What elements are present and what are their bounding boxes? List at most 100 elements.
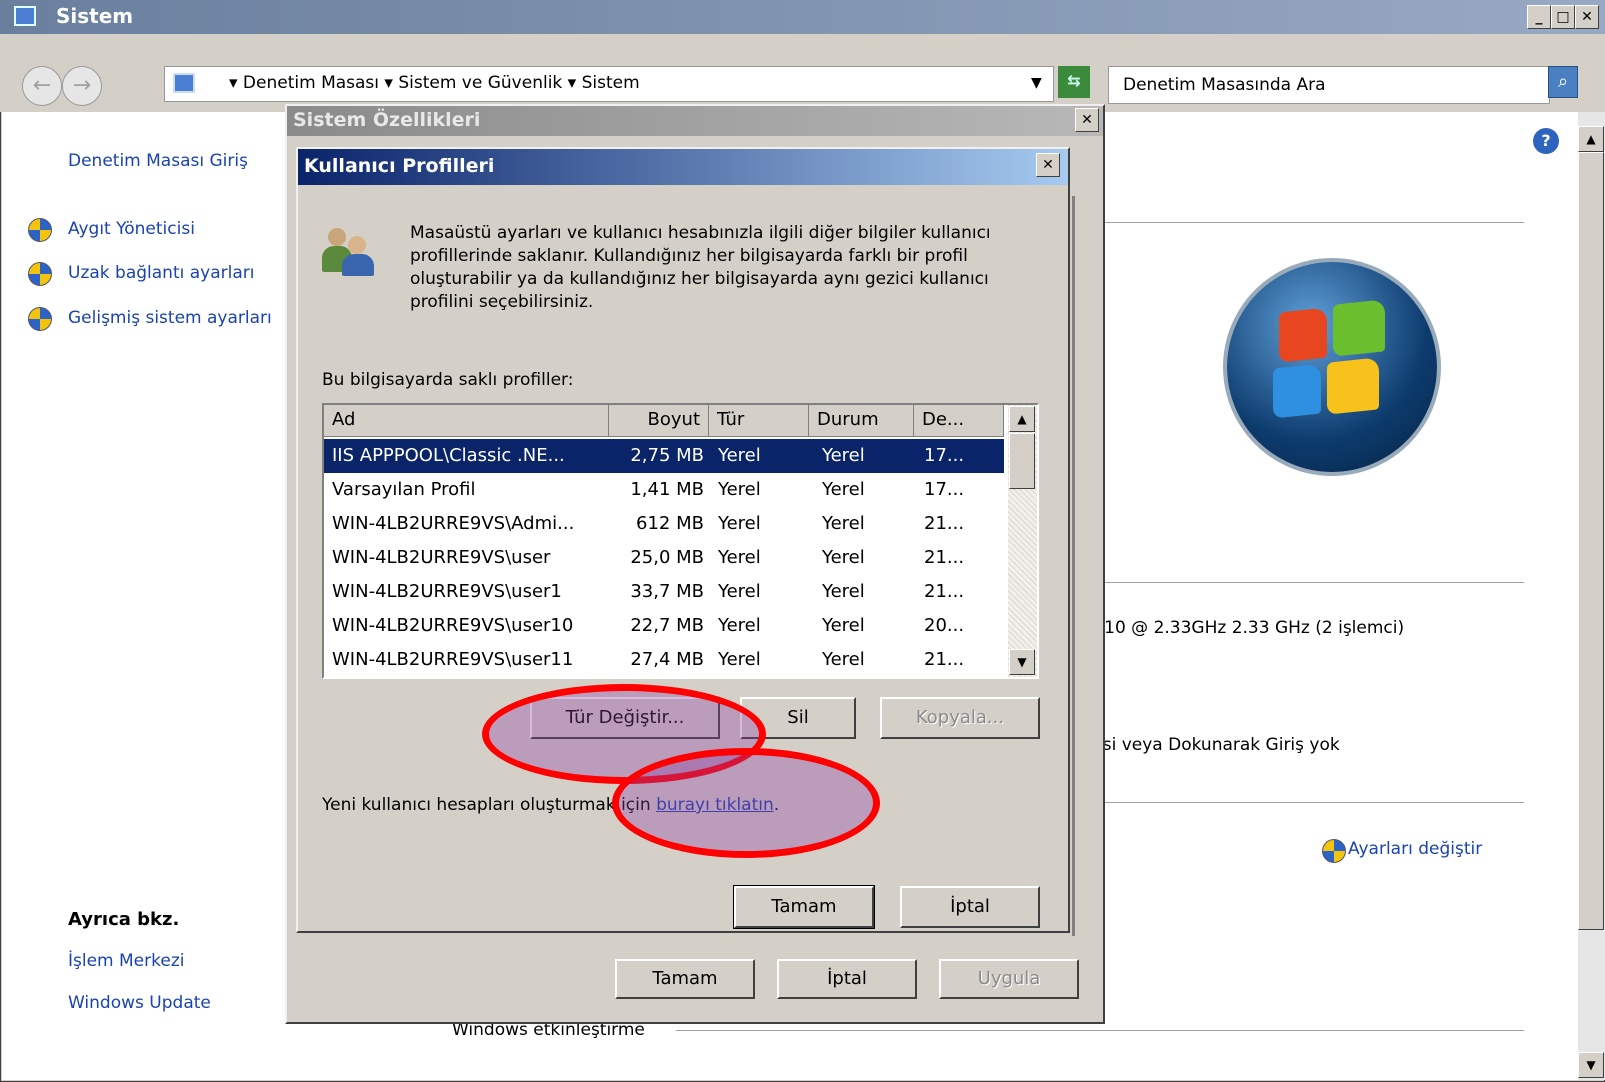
- column-header-size[interactable]: Boyut: [609, 405, 709, 437]
- section-divider: [1098, 582, 1524, 583]
- profiles-description: Masaüstü ayarları ve kullanıcı hesabınız…: [410, 223, 991, 312]
- device-manager-link[interactable]: Aygıt Yöneticisi: [68, 219, 195, 239]
- profile-size: 22,7 MB: [630, 615, 704, 636]
- column-header-modified[interactable]: De...: [914, 405, 1004, 437]
- profile-name: WIN-4LB2URRE9VS\user11: [332, 649, 574, 670]
- profile-type: Yerel: [718, 479, 761, 500]
- shield-icon: [28, 218, 52, 242]
- ok-button[interactable]: Tamam: [733, 885, 875, 929]
- table-row[interactable]: Varsayılan Profil 1,41 MB Yerel Yerel 17…: [324, 473, 1004, 507]
- windows-update-link[interactable]: Windows Update: [68, 993, 211, 1013]
- profile-type: Yerel: [718, 513, 761, 534]
- profile-type: Yerel: [718, 615, 761, 636]
- apply-button[interactable]: Uygula: [939, 959, 1079, 999]
- breadcrumb[interactable]: ▾ Denetim Masası ▾ Sistem ve Güvenlik ▾ …: [164, 66, 1054, 102]
- scroll-down-button[interactable]: ▼: [1578, 1052, 1604, 1078]
- profile-modified: 17...: [924, 479, 965, 500]
- table-row[interactable]: WIN-4LB2URRE9VS\user10 22,7 MB Yerel Yer…: [324, 609, 1004, 643]
- table-row[interactable]: WIN-4LB2URRE9VS\user1 33,7 MB Yerel Yere…: [324, 575, 1004, 609]
- users-icon: [322, 226, 374, 276]
- profile-status: Yerel: [822, 479, 865, 500]
- back-button[interactable]: ←: [22, 66, 62, 106]
- user-head-right: [348, 236, 366, 254]
- list-scrollbar[interactable]: ▲ ▼: [1008, 405, 1037, 677]
- cancel-button[interactable]: İptal: [900, 886, 1040, 928]
- list-scroll-up-button[interactable]: ▲: [1009, 406, 1035, 432]
- ok-button[interactable]: Tamam: [615, 959, 755, 999]
- change-settings-link[interactable]: Ayarları değiştir: [1348, 839, 1482, 859]
- profile-type: Yerel: [718, 547, 761, 568]
- profile-status: Yerel: [822, 581, 865, 602]
- profile-status: Yerel: [822, 615, 865, 636]
- system-properties-titlebar[interactable]: Sistem Özellikleri ✕: [287, 106, 1103, 136]
- minimize-button[interactable]: _: [1527, 5, 1551, 29]
- window-titlebar[interactable]: Sistem _ □ ✕: [0, 0, 1605, 34]
- list-scroll-down-button[interactable]: ▼: [1009, 649, 1035, 675]
- profile-type: Yerel: [718, 649, 761, 670]
- search-icon[interactable]: ⌕: [1548, 66, 1578, 98]
- pen-touch-value: isi veya Dokunarak Giriş yok: [1098, 735, 1340, 755]
- stored-profiles-label: Bu bilgisayarda saklı profiller:: [322, 370, 574, 390]
- main-scrollbar[interactable]: ▲ ▼: [1578, 112, 1605, 1080]
- maximize-button[interactable]: □: [1551, 5, 1575, 29]
- profile-modified: 21...: [924, 649, 965, 670]
- refresh-icon[interactable]: ⇆: [1058, 66, 1090, 98]
- section-divider: [676, 1030, 1524, 1031]
- forward-button[interactable]: →: [62, 66, 102, 106]
- profile-size: 1,41 MB: [630, 479, 704, 500]
- shield-icon: [1322, 839, 1346, 863]
- windows-logo-icon: [1227, 262, 1437, 472]
- copy-button[interactable]: Kopyala...: [880, 697, 1040, 739]
- profile-name: WIN-4LB2URRE9VS\Admi...: [332, 513, 575, 534]
- tab-page-edge: [1072, 196, 1075, 936]
- remote-settings-link[interactable]: Uzak bağlantı ayarları: [68, 263, 254, 283]
- column-header-status[interactable]: Durum: [809, 405, 914, 437]
- window-title: Sistem: [56, 4, 134, 28]
- list-scroll-thumb[interactable]: [1009, 433, 1035, 489]
- profile-type: Yerel: [718, 581, 761, 602]
- profile-name: WIN-4LB2URRE9VS\user1: [332, 581, 562, 602]
- cancel-button[interactable]: İptal: [777, 959, 917, 999]
- action-center-link[interactable]: İşlem Merkezi: [68, 951, 184, 971]
- profile-status: Yerel: [822, 513, 865, 534]
- search-input[interactable]: Denetim Masasında Ara: [1108, 66, 1550, 104]
- table-row[interactable]: WIN-4LB2URRE9VS\user11 27,4 MB Yerel Yer…: [324, 643, 1004, 677]
- profile-name: Varsayılan Profil: [332, 479, 476, 500]
- close-button[interactable]: ✕: [1575, 5, 1599, 29]
- close-button[interactable]: ✕: [1036, 153, 1060, 177]
- see-also-title: Ayrıca bkz.: [68, 909, 180, 930]
- close-button[interactable]: ✕: [1075, 108, 1099, 132]
- table-row[interactable]: IIS APPPOOL\Classic .NE... 2,75 MB Yerel…: [324, 439, 1004, 473]
- control-panel-icon: [173, 73, 195, 93]
- profile-size: 612 MB: [636, 513, 704, 534]
- profile-name: IIS APPPOOL\Classic .NE...: [332, 445, 565, 466]
- system-properties-title: Sistem Özellikleri: [293, 109, 481, 131]
- table-row[interactable]: WIN-4LB2URRE9VS\user 25,0 MB Yerel Yerel…: [324, 541, 1004, 575]
- logo-blue-pane: [1273, 363, 1321, 419]
- help-icon[interactable]: ?: [1533, 128, 1559, 154]
- user-profiles-titlebar[interactable]: Kullanıcı Profilleri ✕: [298, 149, 1068, 185]
- logo-red-pane: [1279, 307, 1327, 363]
- chevron-down-icon[interactable]: ▼: [1031, 75, 1042, 91]
- profile-type: Yerel: [718, 445, 761, 466]
- table-row[interactable]: WIN-4LB2URRE9VS\Admi... 612 MB Yerel Yer…: [324, 507, 1004, 541]
- profiles-list[interactable]: Ad Boyut Tür Durum De... IIS APPPOOL\Cla…: [322, 403, 1039, 679]
- processor-value: -10 @ 2.33GHz 2.33 GHz (2 işlemci): [1098, 618, 1405, 638]
- profile-modified: 21...: [924, 581, 965, 602]
- scroll-thumb[interactable]: [1578, 152, 1604, 930]
- section-divider: [1098, 222, 1524, 223]
- profile-modified: 20...: [924, 615, 965, 636]
- profile-size: 33,7 MB: [630, 581, 704, 602]
- profile-status: Yerel: [822, 547, 865, 568]
- column-header-name[interactable]: Ad: [324, 405, 609, 437]
- advanced-system-settings-link[interactable]: Gelişmiş sistem ayarları: [68, 308, 288, 328]
- profile-name: WIN-4LB2URRE9VS\user: [332, 547, 551, 568]
- control-panel-home-link[interactable]: Denetim Masası Giriş: [68, 151, 248, 171]
- profile-status: Yerel: [822, 649, 865, 670]
- logo-green-pane: [1333, 299, 1385, 357]
- shield-icon: [28, 262, 52, 286]
- profile-size: 2,75 MB: [630, 445, 704, 466]
- scroll-up-button[interactable]: ▲: [1578, 126, 1604, 152]
- column-header-type[interactable]: Tür: [709, 405, 809, 437]
- shield-icon: [28, 307, 52, 331]
